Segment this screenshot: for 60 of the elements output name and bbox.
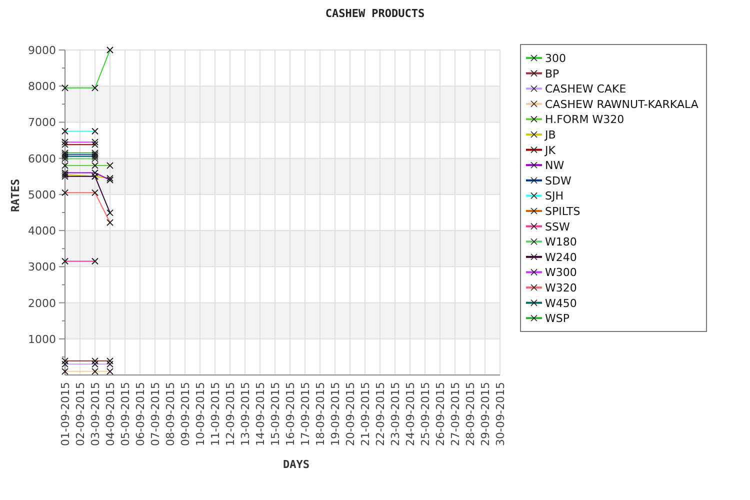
tick-label: 8000 [28,80,56,94]
legend-label: W300 [545,266,577,280]
tick-label: 23-09-2015 [389,382,402,446]
tick-label: 20-09-2015 [344,382,357,446]
chart-title: CASHEW PRODUCTS [325,7,425,20]
tick-label: 12-09-2015 [224,382,237,446]
tick-label: 7000 [28,116,56,130]
tick-label: 17-09-2015 [299,382,312,446]
tick-label: 09-09-2015 [179,382,192,446]
legend-label: NW [545,159,564,172]
tick-label: 9000 [28,44,56,57]
tick-label: 10-09-2015 [194,382,207,446]
legend-label: W180 [545,236,577,249]
tick-label: 28-09-2015 [464,382,477,446]
tick-label: 03-09-2015 [89,382,102,446]
legend-label: CASHEW CAKE [545,82,626,96]
legend-label: W240 [545,250,577,264]
legend-label: CASHEW RAWNUT-KARKALA [545,98,698,111]
tick-label: 19-09-2015 [329,382,342,446]
axis-title: DAYS [283,458,310,471]
tick-label: 26-09-2015 [434,382,447,446]
tick-label: 02-09-2015 [74,382,87,446]
tick-label: 22-09-2015 [374,382,387,446]
tick-label: 05-09-2015 [119,382,132,446]
axis-title: RATES [9,178,22,212]
legend-label: SSW [545,220,570,234]
tick-label: 07-09-2015 [149,382,162,446]
legend-label: H.FORM W320 [545,113,624,126]
tick-label: 14-09-2015 [254,382,267,446]
legend-label: SPILTS [545,205,580,218]
legend-label: SDW [545,174,572,188]
legend-label: BP [545,67,560,80]
legend-label: JK [545,144,556,157]
tick-label: 04-09-2015 [104,382,117,446]
tick-label: 21-09-2015 [359,382,372,446]
legend-label: SJH [545,190,564,203]
tick-label: 27-09-2015 [449,382,462,446]
tick-label: 08-09-2015 [164,382,177,446]
tick-label: 11-09-2015 [209,382,222,446]
tick-label: 5000 [28,188,56,202]
tick-label: 13-09-2015 [239,382,252,446]
tick-label: 4000 [28,224,56,238]
tick-label: 24-09-2015 [404,382,417,446]
tick-label: 6000 [28,152,56,166]
tick-label: 3000 [28,260,56,274]
legend-label: WSP [545,312,570,326]
tick-label: 2000 [28,296,56,310]
tick-label: 15-09-2015 [269,382,282,446]
tick-label: 18-09-2015 [314,382,327,446]
tick-label: 25-09-2015 [419,382,432,446]
legend-label: W320 [545,282,577,294]
tick-label: 01-09-2015 [59,382,72,446]
tick-label: 06-09-2015 [134,382,147,446]
tick-label: 30-09-2015 [494,382,507,446]
legend-label: JB [545,128,556,142]
tick-label: 1000 [28,332,56,346]
legend-label: 300 [545,52,566,65]
tick-label: 16-09-2015 [284,382,297,446]
legend-label: W450 [545,296,577,310]
tick-label: 29-09-2015 [479,382,492,446]
